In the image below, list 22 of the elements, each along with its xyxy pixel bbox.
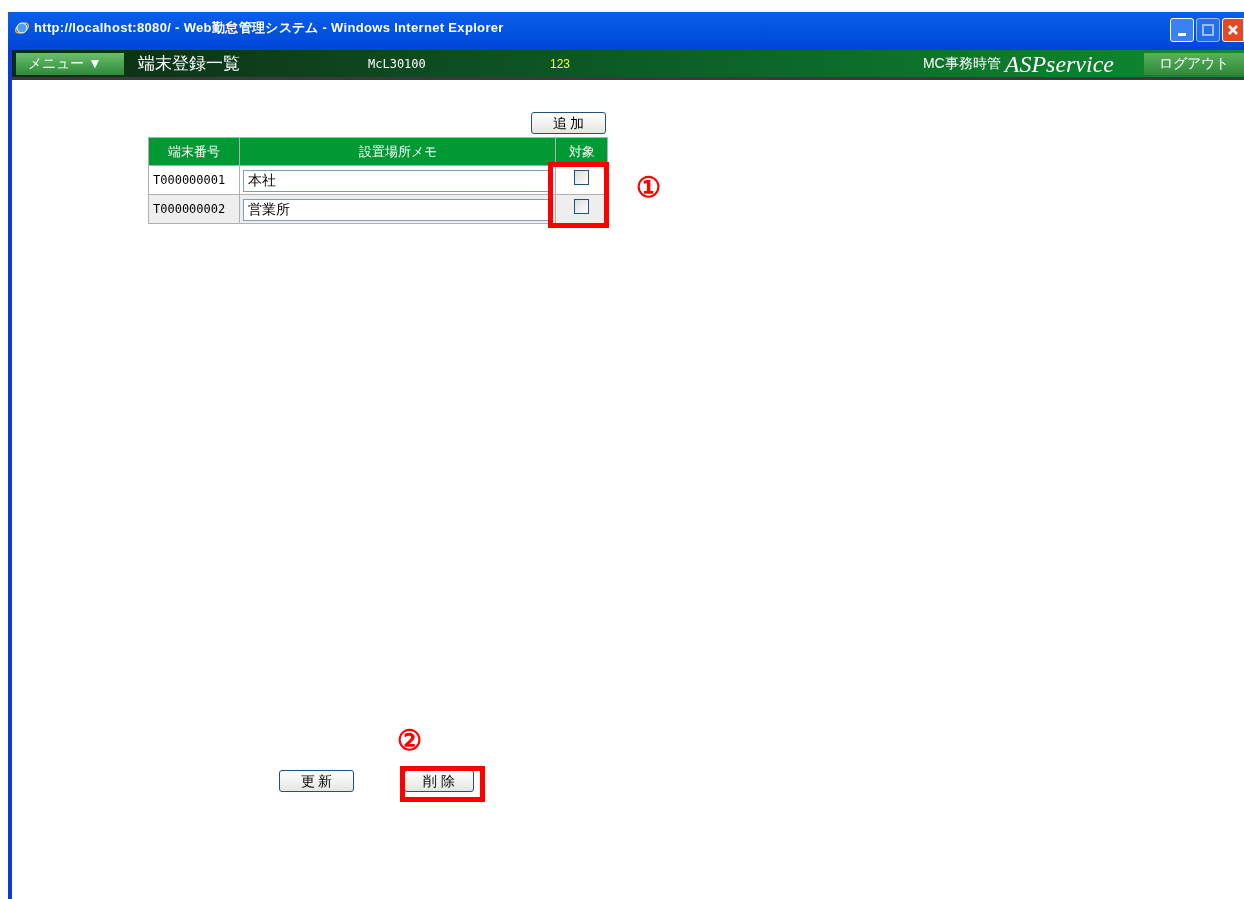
annotation-number: ① xyxy=(636,174,661,202)
logo: ASPservice xyxy=(1004,49,1114,79)
page-title: 端末登録一覧 xyxy=(138,52,241,75)
update-button[interactable]: 更 新 xyxy=(279,770,354,792)
screen-id: McL30100 xyxy=(368,55,427,73)
column-header: 端末番号 xyxy=(148,137,240,166)
checkbox[interactable] xyxy=(574,199,589,214)
user-code: 123 xyxy=(550,55,571,73)
annotation-number: ② xyxy=(397,727,422,755)
minimize-button[interactable] xyxy=(1170,18,1194,42)
highlight-frame xyxy=(548,162,609,228)
table-cell: T000000001 xyxy=(148,165,240,195)
add-button[interactable]: 追 加 xyxy=(531,112,606,134)
maximize-button[interactable] xyxy=(1196,18,1220,42)
window-title: http://localhost:8080/ - Web勤怠管理システム - Windows Internet Explorer xyxy=(34,19,504,37)
close-button[interactable] xyxy=(1222,18,1244,42)
column-header: 設置場所メモ xyxy=(239,137,556,166)
close-icon xyxy=(1227,24,1239,36)
checkbox[interactable] xyxy=(574,170,589,185)
browser-icon xyxy=(14,20,30,36)
table-cell: T000000002 xyxy=(148,194,240,224)
product-name: MC事務時管 xyxy=(922,54,1001,73)
